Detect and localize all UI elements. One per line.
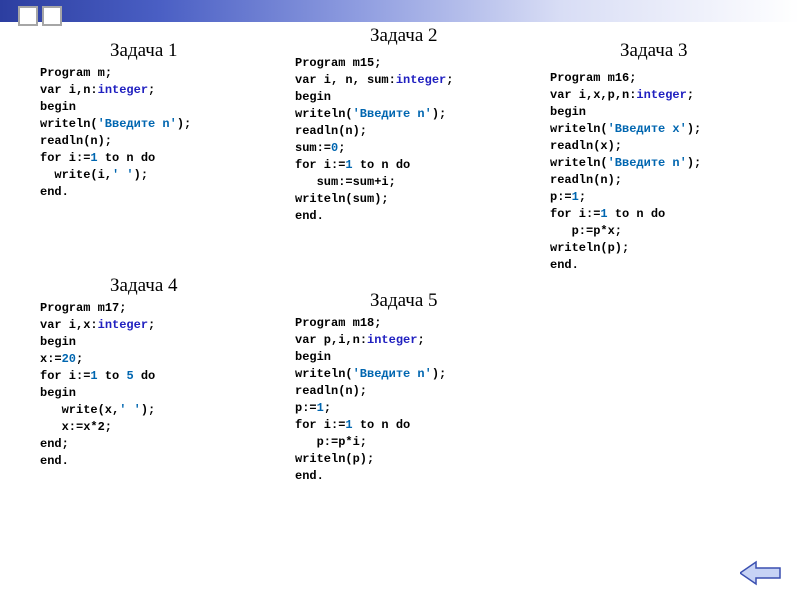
header-gradient xyxy=(0,0,800,22)
task-5-code: Program m18; var p,i,n:integer; begin wr… xyxy=(295,315,446,485)
header-square-icon xyxy=(18,6,38,26)
task-5-title: Задача 5 xyxy=(370,290,438,312)
task-2-title: Задача 2 xyxy=(370,25,438,47)
task-3-title: Задача 3 xyxy=(620,40,688,62)
back-arrow-button[interactable] xyxy=(740,560,782,586)
task-4-title: Задача 4 xyxy=(110,275,178,297)
task-1-title: Задача 1 xyxy=(110,40,178,62)
task-4-code: Program m17; var i,x:integer; begin x:=2… xyxy=(40,300,155,470)
header-square-icon xyxy=(42,6,62,26)
task-1-code: Program m; var i,n:integer; begin writel… xyxy=(40,65,191,201)
header-bar xyxy=(0,0,800,28)
task-3-code: Program m16; var i,x,p,n:integer; begin … xyxy=(550,70,701,274)
task-2-code: Program m15; var i, n, sum:integer; begi… xyxy=(295,55,453,225)
